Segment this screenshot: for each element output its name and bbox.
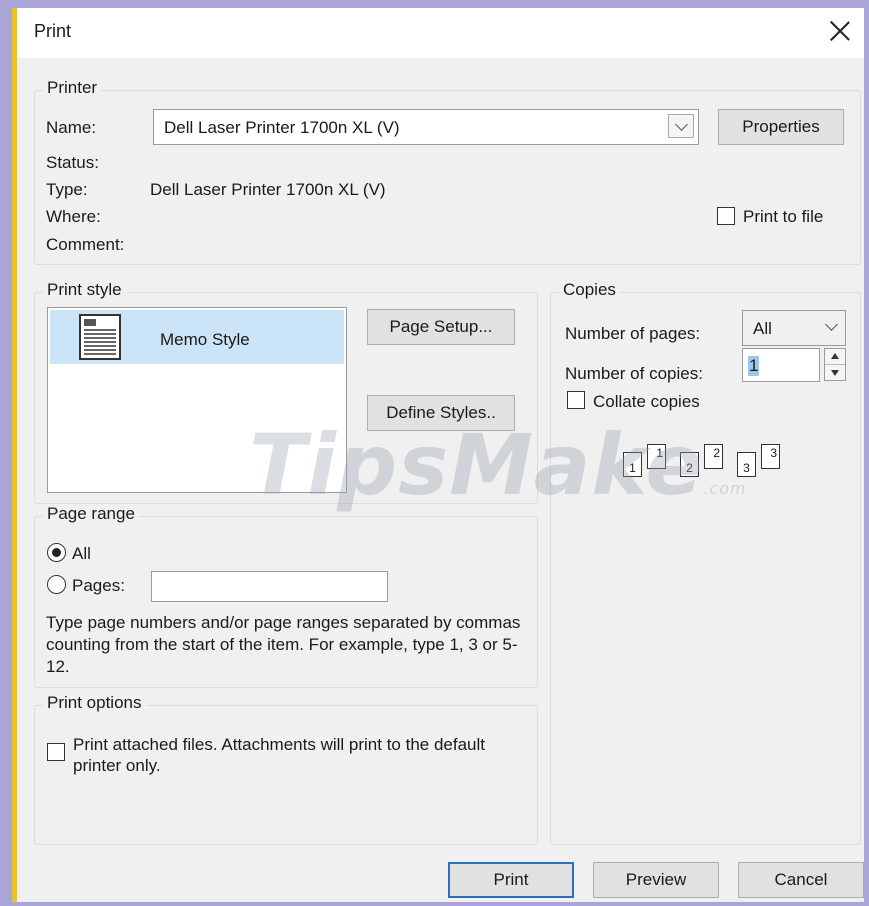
watermark-suffix: .com — [703, 479, 747, 498]
collate-page-back-3: 3 — [761, 444, 780, 469]
number-of-pages-value: All — [753, 319, 772, 338]
printer-name-value: Dell Laser Printer 1700n XL (V) — [164, 118, 400, 137]
print-options-legend: Print options — [43, 693, 146, 713]
spin-up-icon[interactable] — [831, 353, 839, 359]
number-of-copies-input[interactable]: 1 — [742, 348, 820, 382]
copies-spinner[interactable] — [824, 348, 846, 381]
printer-name-select[interactable]: Dell Laser Printer 1700n XL (V) — [153, 109, 699, 145]
printer-legend: Printer — [43, 78, 102, 98]
printer-type-label: Type: — [46, 180, 88, 199]
print-dialog: Print Printer Name: Dell Laser Printer 1… — [12, 8, 864, 902]
page-range-all-label[interactable]: All — [72, 544, 91, 564]
chevron-down-icon[interactable] — [825, 318, 838, 331]
properties-button[interactable]: Properties — [718, 109, 844, 145]
print-style-item-label: Memo Style — [160, 330, 250, 349]
print-to-file-checkbox[interactable] — [717, 207, 735, 225]
printer-comment-label: Comment: — [46, 235, 125, 254]
printer-status-label: Status: — [46, 153, 99, 172]
print-style-item-memo[interactable]: Memo Style — [50, 310, 344, 364]
print-button[interactable]: Print — [448, 862, 574, 898]
chevron-down-icon[interactable] — [668, 114, 694, 138]
number-of-pages-label: Number of pages: — [565, 324, 701, 343]
watermark-brand: TipsMake — [249, 416, 704, 514]
printer-type-value: Dell Laser Printer 1700n XL (V) — [150, 180, 386, 199]
collate-copies-label[interactable]: Collate copies — [593, 392, 700, 412]
close-icon[interactable] — [822, 14, 858, 50]
dialog-title: Print — [34, 21, 72, 41]
print-to-file-label[interactable]: Print to file — [743, 207, 823, 227]
memo-document-icon — [79, 314, 121, 360]
spin-down-icon[interactable] — [831, 370, 839, 376]
cancel-button[interactable]: Cancel — [738, 862, 864, 898]
copies-legend: Copies — [559, 280, 620, 300]
print-style-legend: Print style — [43, 280, 126, 300]
page-range-all-radio[interactable] — [47, 543, 66, 562]
title-bar: Print — [17, 8, 864, 58]
number-of-copies-label: Number of copies: — [565, 364, 703, 383]
print-attached-label[interactable]: Print attached files. Attachments will p… — [73, 734, 513, 776]
number-of-pages-select[interactable]: All — [742, 310, 846, 346]
page-range-legend: Page range — [43, 504, 139, 524]
number-of-copies-value: 1 — [748, 356, 760, 376]
tipsmake-watermark: TipsMake.com — [249, 416, 747, 514]
collate-copies-checkbox[interactable] — [567, 391, 585, 409]
printer-name-label: Name: — [46, 118, 97, 137]
page-range-pages-input[interactable] — [151, 571, 388, 602]
print-attached-checkbox[interactable] — [47, 743, 65, 761]
page-setup-button[interactable]: Page Setup... — [367, 309, 515, 345]
page-range-pages-label[interactable]: Pages: — [72, 576, 125, 596]
preview-button[interactable]: Preview — [593, 862, 719, 898]
page-range-help-text: Type page numbers and/or page ranges sep… — [46, 613, 521, 676]
printer-where-label: Where: — [46, 207, 101, 226]
page-range-pages-radio[interactable] — [47, 575, 66, 594]
